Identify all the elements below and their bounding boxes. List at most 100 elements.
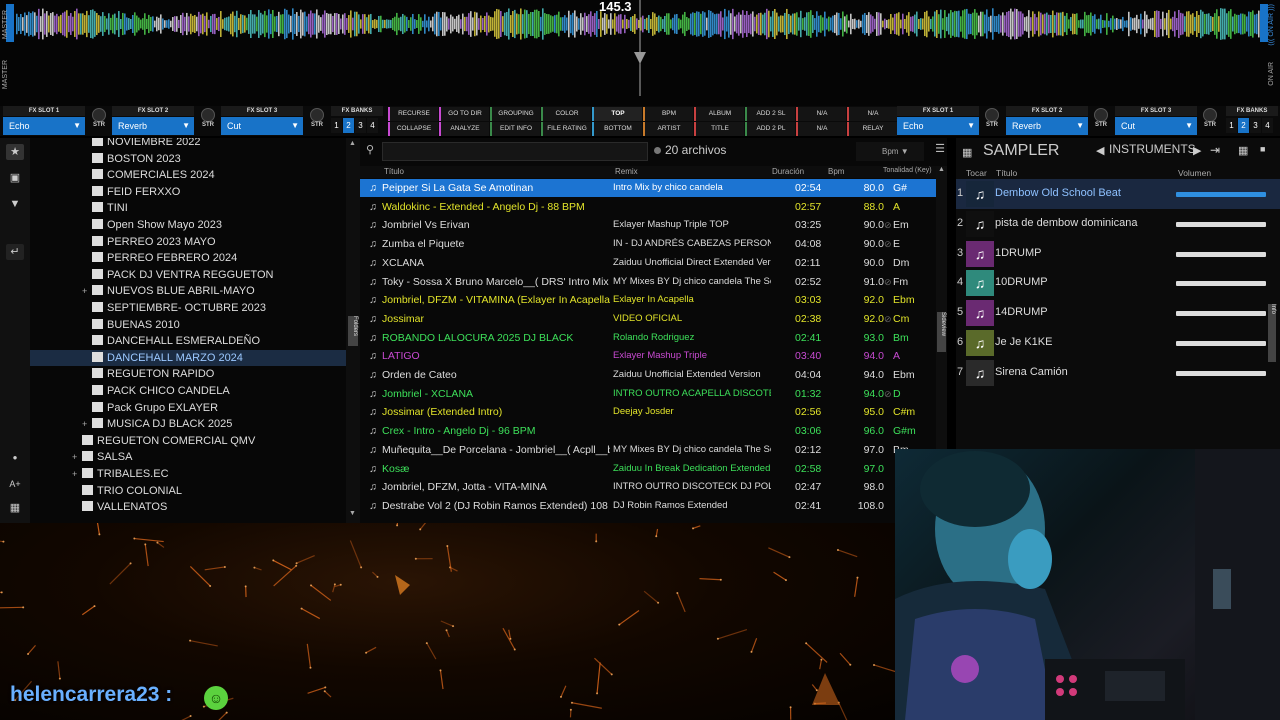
search-input[interactable] [382, 142, 648, 161]
sort-select[interactable]: Bpm ▼ [856, 142, 924, 161]
folder-item[interactable]: PACK DJ VENTRA REGGUETON [92, 267, 273, 283]
fx-knob-2-left[interactable]: STR [197, 108, 219, 135]
fx-slot-select[interactable]: Reverb ▼ [1006, 117, 1088, 135]
folder-item[interactable]: PACK CHICO CANDELA [92, 383, 230, 399]
fx-knob-2-right[interactable]: STR [1090, 108, 1112, 135]
grid-view-icon[interactable]: ▦ [1238, 144, 1248, 157]
browser-button-n-a[interactable]: N/A [796, 107, 846, 121]
back-icon[interactable]: ↵ [6, 244, 24, 260]
arrow-right-icon[interactable]: ▶ [1193, 144, 1201, 157]
track-row[interactable]: ♫ Jombriel, DFZM, Jotta - VITA-MINA INTRO … [360, 478, 936, 496]
sampler-bank[interactable]: INSTRUMENTS [1109, 142, 1196, 156]
sampler-item[interactable]: 1 ♫ Dembow Old School Beat [956, 179, 1280, 209]
track-row[interactable]: ♫ Destrabe Vol 2 (DJ Robin Ramos Extended… [360, 497, 936, 515]
info-side-tab[interactable]: Info [1268, 304, 1276, 362]
sampler-pad-button[interactable]: ♫ [966, 330, 994, 356]
browser-button-add-2-pl[interactable]: ADD 2 PL [745, 122, 795, 136]
sideview-tab[interactable]: Sideview [937, 312, 946, 352]
sampler-item[interactable]: 7 ♫ Sirena Camión [956, 358, 1280, 388]
sampler-volume-slider[interactable] [1176, 370, 1266, 376]
track-row[interactable]: ♫ Crex - Intro - Angelo Dj - 96 BPM 03:06 9… [360, 422, 936, 440]
col-remix[interactable]: Remix [615, 167, 638, 176]
browser-button-bpm[interactable]: BPM [643, 107, 693, 121]
fx-bank-1-button[interactable]: 1 [331, 118, 342, 133]
folder-item[interactable]: DANCEHALL ESMERALDEÑO [92, 333, 260, 349]
fx-slot-select[interactable]: Cut ▼ [221, 117, 303, 135]
folder-item[interactable]: BOSTON 2023 [92, 151, 181, 167]
fx-slot-3-left[interactable]: FX SLOT 3 Cut ▼ [221, 106, 303, 136]
folder-tree[interactable]: NOVIEMBRE 2022 BOSTON 2023 COMERCIALES 202… [30, 138, 346, 523]
folder-item[interactable]: VALLENATOS [82, 499, 167, 515]
sampler-volume-slider[interactable] [1176, 281, 1266, 287]
sampler-volume-slider[interactable] [1176, 251, 1266, 257]
fx-slot-select[interactable]: Reverb ▼ [112, 117, 194, 135]
folder-item[interactable]: + NUEVOS BLUE ABRIL-MAYO [82, 283, 255, 299]
fx-slot-2-right[interactable]: FX SLOT 2 Reverb ▼ [1006, 106, 1088, 136]
sampler-volume-slider[interactable] [1176, 341, 1266, 346]
star-icon[interactable]: ★ [6, 144, 24, 160]
fx-slot-2-left[interactable]: FX SLOT 2 Reverb ▼ [112, 106, 194, 136]
track-row[interactable]: ♫ Jombriel - XCLANA INTRO OUTRO ACAPELLA D… [360, 385, 936, 403]
font-size-icon[interactable]: A+ [6, 476, 24, 492]
window-icon[interactable]: ▦ [6, 500, 24, 516]
sampler-item[interactable]: 4 ♫ 10DRUMP [956, 268, 1280, 298]
track-row[interactable]: ♫ Zumba el Piquete IN - DJ ANDRÉS CABEZAS … [360, 235, 936, 253]
folder-item[interactable]: SEPTIEMBRE- OCTUBRE 2023 [92, 300, 266, 316]
track-row[interactable]: ♫ LATIGO Exlayer Mashup Triple 03:40 94.0 A [360, 347, 936, 365]
track-row[interactable]: ♫ Waldokinc - Extended - Angelo Dj - 88 B… [360, 198, 936, 216]
fx-knob-3-left[interactable]: STR [306, 108, 328, 135]
col-duration[interactable]: Duración [772, 167, 804, 176]
folder-item[interactable]: + MUSICA DJ BLACK 2025 [82, 416, 232, 432]
folder-item[interactable]: + SALSA [72, 449, 132, 465]
fx-bank-3-button[interactable]: 3 [1250, 118, 1261, 133]
folder-icon[interactable]: ▣ [6, 170, 24, 186]
waveform-panel[interactable]: MASTER MASTER ((( ON AIR ))) ON AIR 145.… [0, 0, 1280, 106]
track-row[interactable]: ♫ Kosæ Zaiduu In Break Dedication Extended… [360, 460, 936, 478]
browser-button-n-a[interactable]: N/A [796, 122, 846, 136]
sampler-pad-button[interactable]: ♫ [966, 270, 994, 297]
expand-icon[interactable]: + [72, 449, 77, 465]
sampler-item[interactable]: 5 ♫ 14DRUMP [956, 298, 1280, 328]
expand-icon[interactable]: + [82, 416, 87, 432]
track-row[interactable]: ♫ Jombriel Vs Erivan Exlayer Mashup Triple… [360, 216, 936, 234]
filter-icon[interactable]: ▼ [6, 196, 24, 212]
folder-item[interactable]: BUENAS 2010 [92, 317, 180, 333]
fx-bank-4-button[interactable]: 4 [1262, 118, 1273, 133]
browser-button-bottom[interactable]: BOTTOM [592, 122, 642, 136]
col-bpm[interactable]: Bpm [828, 167, 844, 176]
browser-button-relay[interactable]: RELAY [847, 122, 897, 136]
fx-bank-4-button[interactable]: 4 [367, 118, 378, 133]
browser-button-collapse[interactable]: COLLAPSE [388, 122, 438, 136]
scroll-up-icon[interactable]: ▲ [349, 140, 356, 147]
browser-button-grouping[interactable]: GROUPING [490, 107, 540, 121]
sampler-item[interactable]: 2 ♫ pista de dembow dominicana [956, 209, 1280, 239]
sampler-pad-button[interactable]: ♫ [966, 300, 994, 327]
track-row[interactable]: ♫ Muñequita__De Porcelana - Jombriel__( A… [360, 441, 936, 459]
fx-bank-1-button[interactable]: 1 [1226, 118, 1237, 133]
browser-button-file-rating[interactable]: FILE RATING [541, 122, 591, 136]
fx-slot-select[interactable]: Cut ▼ [1115, 117, 1197, 135]
track-row[interactable]: ♫ ROBANDO LALOCURA 2025 DJ BLACK Rolando R… [360, 329, 936, 347]
sampler-pad-button[interactable]: ♫ [966, 181, 994, 207]
sampler-item[interactable]: 6 ♫ Je Je K1KE [956, 328, 1280, 358]
record-icon[interactable]: ● [6, 450, 24, 466]
track-row[interactable]: ♫ Jossimar VIDEO OFICIAL 02:38 92.0 ⊘ Cm [360, 310, 936, 328]
fx-slot-1-left[interactable]: FX SLOT 1 Echo ▼ [3, 106, 85, 136]
folder-item[interactable]: TRIO COLONIAL [82, 483, 182, 499]
folder-item[interactable]: DANCEHALL MARZO 2024 [30, 349, 346, 366]
fx-bank-2-button[interactable]: 2 [1238, 118, 1249, 133]
folder-item[interactable]: PERREO FEBRERO 2024 [92, 250, 237, 266]
sampler-pad-button[interactable]: ♫ [966, 359, 994, 386]
browser-button-go-to-dir[interactable]: GO TO DIR [439, 107, 489, 121]
scroll-down-icon[interactable]: ▼ [349, 510, 356, 517]
fx-bank-2-button[interactable]: 2 [343, 118, 354, 133]
browser-button-album[interactable]: ALBUM [694, 107, 744, 121]
arrow-left-icon[interactable]: ◀ [1096, 144, 1104, 157]
browser-button-n-a[interactable]: N/A [847, 107, 897, 121]
browser-button-analyze[interactable]: ANALYZE [439, 122, 489, 136]
browser-button-edit-info[interactable]: EDIT INFO [490, 122, 540, 136]
sampler-volume-slider[interactable] [1176, 221, 1266, 227]
browser-button-artist[interactable]: ARTIST [643, 122, 693, 136]
fx-knob-1-left[interactable]: STR [88, 108, 110, 135]
browser-button-add-2-sl[interactable]: ADD 2 SL [745, 107, 795, 121]
